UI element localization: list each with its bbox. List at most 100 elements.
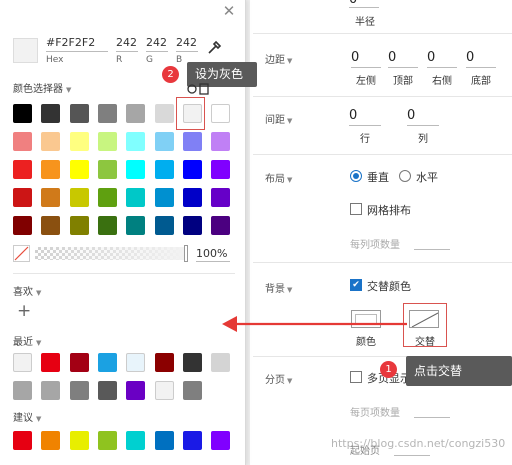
palette-swatch[interactable] [182,188,202,207]
close-icon[interactable]: ✕ [220,2,238,20]
copy-color-icon[interactable] [186,80,212,96]
suggest-section-title[interactable]: 建议 ▼ [13,409,41,424]
b-input[interactable]: 242 [176,36,198,52]
recent-section-title[interactable]: 最近 ▼ [13,333,41,348]
suggest-swatch[interactable] [69,431,89,450]
recent-swatch[interactable] [97,381,117,400]
palette-swatch[interactable] [13,216,32,235]
palette-swatch[interactable] [97,160,117,179]
palette-swatch[interactable] [154,160,174,179]
palette-swatch[interactable] [211,132,231,151]
recent-swatch[interactable] [182,381,202,400]
palette-swatch[interactable] [69,188,89,207]
palette-swatch[interactable] [69,216,89,235]
palette-swatch[interactable] [13,104,32,123]
recent-swatch[interactable] [154,353,174,372]
suggest-swatch[interactable] [182,431,202,450]
eyedropper-icon[interactable] [205,38,223,56]
step-badge-2: 2 [162,66,179,83]
recent-swatch[interactable] [154,381,174,400]
opacity-input[interactable]: 100% [196,247,230,262]
recent-swatch[interactable] [69,381,89,400]
palette-swatch[interactable] [126,216,146,235]
spacing-row-input[interactable]: 0 [349,108,381,126]
divider [253,154,512,155]
g-label: G [146,55,153,65]
palette-swatch[interactable] [126,160,146,179]
recent-swatch[interactable] [126,353,146,372]
margin-bottom-input[interactable]: 0 [466,50,496,68]
selector-section-title[interactable]: 颜色选择器 ▼ [13,80,71,95]
g-input[interactable]: 242 [146,36,168,52]
palette-swatch[interactable] [69,132,89,151]
palette-swatch[interactable] [182,132,202,151]
recent-swatch[interactable] [211,353,231,372]
palette-swatch[interactable] [69,104,89,123]
recent-swatch[interactable] [13,353,32,372]
palette-swatch[interactable] [97,132,117,151]
suggest-swatch[interactable] [41,431,61,450]
palette-swatch[interactable] [13,160,32,179]
tooltip-click-alternate: 点击交替 [406,356,512,386]
palette-swatch[interactable] [211,104,231,123]
recent-swatch[interactable] [69,353,89,372]
palette-swatch[interactable] [41,216,61,235]
palette-swatch[interactable] [41,104,61,123]
hex-input[interactable]: #F2F2F2 [46,36,108,52]
alternate-color-swatch[interactable] [409,310,439,328]
opacity-slider-handle[interactable] [184,245,188,262]
palette-swatch[interactable] [154,188,174,207]
add-favorite-button[interactable]: + [17,301,31,321]
radius-input[interactable]: 0 [349,0,379,8]
r-input[interactable]: 242 [116,36,138,52]
palette-swatch[interactable] [154,216,174,235]
palette-swatch[interactable] [126,104,146,123]
margin-left-input[interactable]: 0 [351,50,381,68]
per-page-input[interactable] [414,416,450,418]
start-page-input[interactable] [394,454,430,456]
recent-swatch[interactable] [126,381,146,400]
recent-swatch[interactable] [41,381,61,400]
recent-swatch[interactable] [13,381,32,400]
palette-swatch[interactable] [182,216,202,235]
palette-swatch[interactable] [211,160,231,179]
palette-swatch[interactable] [154,104,174,123]
gray-highlight-box [176,97,205,130]
alternate-label: 交替颜色 [367,280,411,293]
recent-swatch[interactable] [182,353,202,372]
suggest-swatch[interactable] [13,431,32,450]
palette-swatch[interactable] [182,160,202,179]
suggest-swatch[interactable] [211,431,231,450]
palette-swatch[interactable] [41,160,61,179]
palette-swatch[interactable] [211,188,231,207]
palette-swatch[interactable] [97,188,117,207]
palette-swatch[interactable] [154,132,174,151]
palette-swatch[interactable] [41,132,61,151]
opacity-slider[interactable] [35,247,185,260]
favorites-section-title[interactable]: 喜欢 ▼ [13,283,41,298]
palette-swatch[interactable] [126,188,146,207]
palette-swatch[interactable] [97,216,117,235]
recent-swatch[interactable] [41,353,61,372]
suggest-swatch[interactable] [126,431,146,450]
alternate-checkbox[interactable]: ✔ 交替颜色 [350,278,440,293]
palette-swatch[interactable] [69,160,89,179]
palette-swatch[interactable] [13,188,32,207]
palette-swatch[interactable] [211,216,231,235]
palette-swatch[interactable] [13,132,32,151]
margin-top-input[interactable]: 0 [388,50,418,68]
palette-swatch[interactable] [97,104,117,123]
per-row-input[interactable] [414,248,450,250]
margin-right-input[interactable]: 0 [427,50,457,68]
divider [253,96,512,97]
no-color-swatch[interactable] [13,245,30,262]
palette-swatch[interactable] [126,132,146,151]
palette-swatch[interactable] [41,188,61,207]
layout-horizontal-radio[interactable]: 水平 [399,169,459,184]
grid-checkbox[interactable]: 网格排布 [350,202,430,217]
suggest-swatch[interactable] [97,431,117,450]
recent-swatch[interactable] [97,353,117,372]
layout-vertical-label: 垂直 [367,171,389,184]
suggest-swatch[interactable] [154,431,174,450]
spacing-col-input[interactable]: 0 [407,108,439,126]
